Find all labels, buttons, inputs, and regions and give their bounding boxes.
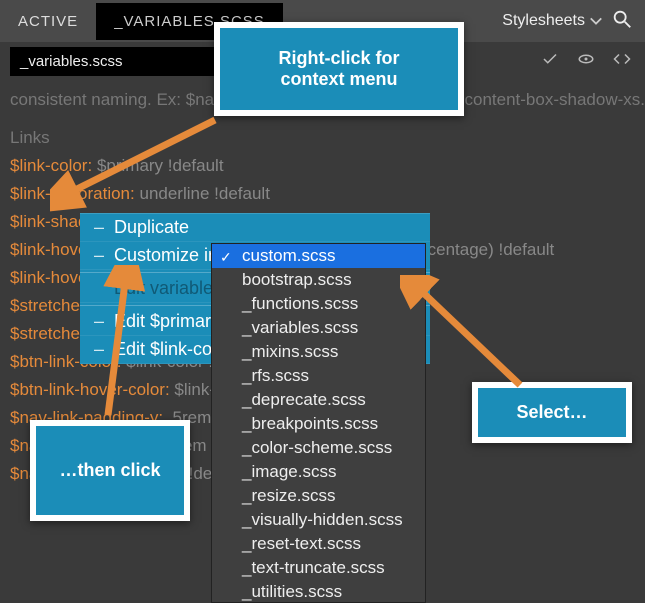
ctx-duplicate[interactable]: –Duplicate xyxy=(80,214,430,242)
code-var: $link-color: xyxy=(10,156,92,175)
submenu-item[interactable]: _resize.scss xyxy=(212,484,425,508)
submenu-item-label: _functions.scss xyxy=(242,294,358,313)
callout-rightclick: Right-click for context menu xyxy=(214,22,464,116)
code-var: $link-decoration: xyxy=(10,184,135,203)
submenu-item-label: _reset-text.scss xyxy=(242,534,361,553)
submenu-item[interactable]: _image.scss xyxy=(212,460,425,484)
stylesheets-dropdown[interactable]: Stylesheets xyxy=(502,12,603,30)
submenu-item-label: _utilities.scss xyxy=(242,582,342,601)
ctx-label: Duplicate xyxy=(114,217,189,238)
submenu-item[interactable]: _rfs.scss xyxy=(212,364,425,388)
code-val: underline !default xyxy=(139,184,269,203)
submenu-item[interactable]: _breakpoints.scss xyxy=(212,412,425,436)
submenu-item[interactable]: bootstrap.scss xyxy=(212,268,425,292)
submenu-item[interactable]: ✓ custom.scss xyxy=(212,244,425,268)
eye-icon[interactable] xyxy=(577,50,595,73)
submenu-item-label: _variables.scss xyxy=(242,318,358,337)
submenu-item[interactable]: _utilities.scss xyxy=(212,580,425,603)
callout-select: Select… xyxy=(472,382,632,443)
code-section: Links xyxy=(10,124,635,152)
submenu-item[interactable]: _text-truncate.scss xyxy=(212,556,425,580)
chevron-down-icon xyxy=(589,14,603,28)
submenu-item[interactable]: _reset-text.scss xyxy=(212,532,425,556)
code-var: $btn-link-hover-color: xyxy=(10,380,170,399)
submenu-item-label: _resize.scss xyxy=(242,486,336,505)
submenu-item-label: _visually-hidden.scss xyxy=(242,510,403,529)
submenu-item-label: _breakpoints.scss xyxy=(242,414,378,433)
submenu: ✓ custom.scss bootstrap.scss _functions.scs… xyxy=(211,243,426,603)
checkmark-icon[interactable] xyxy=(541,50,559,73)
search-icon[interactable] xyxy=(611,8,633,35)
code-val: $primary !default xyxy=(97,156,224,175)
submenu-item-label: _mixins.scss xyxy=(242,342,338,361)
submenu-item[interactable]: _visually-hidden.scss xyxy=(212,508,425,532)
callout-then-click: …then click xyxy=(30,420,190,521)
submenu-item[interactable]: _color-scheme.scss xyxy=(212,436,425,460)
submenu-item-label: _deprecate.scss xyxy=(242,390,366,409)
submenu-item-label: custom.scss xyxy=(242,246,336,265)
ctx-label: Customize in xyxy=(114,245,218,266)
submenu-item[interactable]: _functions.scss xyxy=(212,292,425,316)
tab-active[interactable]: ACTIVE xyxy=(0,3,96,40)
submenu-item[interactable]: _mixins.scss xyxy=(212,340,425,364)
submenu-item-label: _rfs.scss xyxy=(242,366,309,385)
submenu-item-label: _image.scss xyxy=(242,462,336,481)
code-icon[interactable] xyxy=(613,50,631,73)
stylesheets-label: Stylesheets xyxy=(502,12,585,30)
submenu-item-label: bootstrap.scss xyxy=(242,270,352,289)
check-icon: ✓ xyxy=(220,246,232,268)
submenu-item-label: _color-scheme.scss xyxy=(242,438,392,457)
submenu-item-label: _text-truncate.scss xyxy=(242,558,385,577)
ctx-label: Edit $primary xyxy=(114,311,220,332)
submenu-item[interactable]: _variables.scss xyxy=(212,316,425,340)
submenu-item[interactable]: _deprecate.scss xyxy=(212,388,425,412)
